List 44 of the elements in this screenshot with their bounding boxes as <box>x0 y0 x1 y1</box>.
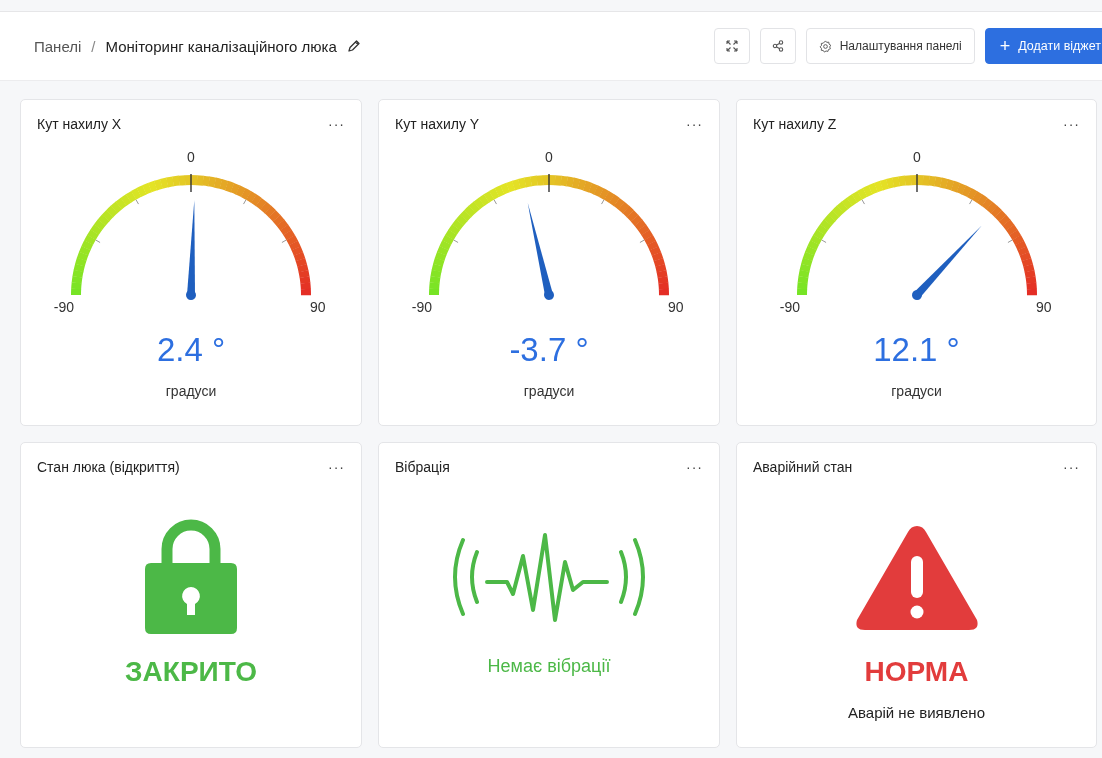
gauge-value: -3.7 ° <box>509 331 589 369</box>
status-text: Немає вібрації <box>487 656 611 677</box>
more-menu-button[interactable]: ··· <box>328 459 345 475</box>
gauge-scale-label: -90 <box>411 299 432 315</box>
padlock-icon <box>145 519 237 634</box>
widget-title: Кут нахилу Y <box>395 116 480 132</box>
unit-label: градуси <box>523 383 575 399</box>
status-text: НОРМА <box>864 656 969 688</box>
gauge-scale-label: 90 <box>310 299 326 315</box>
pencil-icon[interactable] <box>346 39 361 53</box>
gauge-scale-label: -90 <box>53 299 74 315</box>
breadcrumb-separator: / <box>91 37 96 55</box>
fullscreen-icon <box>725 40 738 52</box>
dashboard-settings-button[interactable]: Налаштування панелі <box>805 28 975 64</box>
widget-title: Кут нахилу X <box>37 116 122 132</box>
widget-title: Кут нахилу Z <box>753 116 837 132</box>
more-menu-button[interactable]: ··· <box>1063 116 1080 132</box>
gauge-scale-label: 0 <box>187 149 195 165</box>
gauge-value: 12.1 ° <box>873 331 960 369</box>
dashboard-title: Моніторинг каналізаційного люка <box>105 37 337 55</box>
gauge-value: 2.4 ° <box>156 331 226 369</box>
gauge-scale-label: 0 <box>545 149 553 165</box>
more-menu-button[interactable]: ··· <box>686 459 703 475</box>
gauge-scale-label: 0 <box>912 149 921 165</box>
more-menu-button[interactable]: ··· <box>1063 459 1080 475</box>
add-widget-button[interactable]: + Додати віджет <box>984 28 1102 64</box>
widget-title: Аварійний стан <box>753 459 853 475</box>
widget-title: Стан люка (відкриття) <box>37 459 180 475</box>
share-button[interactable] <box>759 28 796 64</box>
more-menu-button[interactable]: ··· <box>328 116 345 132</box>
fullscreen-button[interactable] <box>713 28 750 64</box>
gauge-scale-label: -90 <box>779 299 800 315</box>
status-text: ЗАКРИТО <box>125 656 257 688</box>
unit-label: градуси <box>891 383 942 399</box>
vibration-wave-icon <box>451 531 647 622</box>
gauge-scale-label: 90 <box>668 299 684 315</box>
settings-icon <box>818 39 832 53</box>
gauge-scale-label: 90 <box>1035 299 1052 315</box>
more-menu-button[interactable]: ··· <box>686 116 703 132</box>
breadcrumb-link[interactable]: Панелі <box>34 37 82 55</box>
widget-title: Вібрація <box>395 459 450 475</box>
status-note: Аварій не виявлено <box>848 704 985 721</box>
share-icon <box>771 40 784 52</box>
unit-label: градуси <box>165 383 217 399</box>
